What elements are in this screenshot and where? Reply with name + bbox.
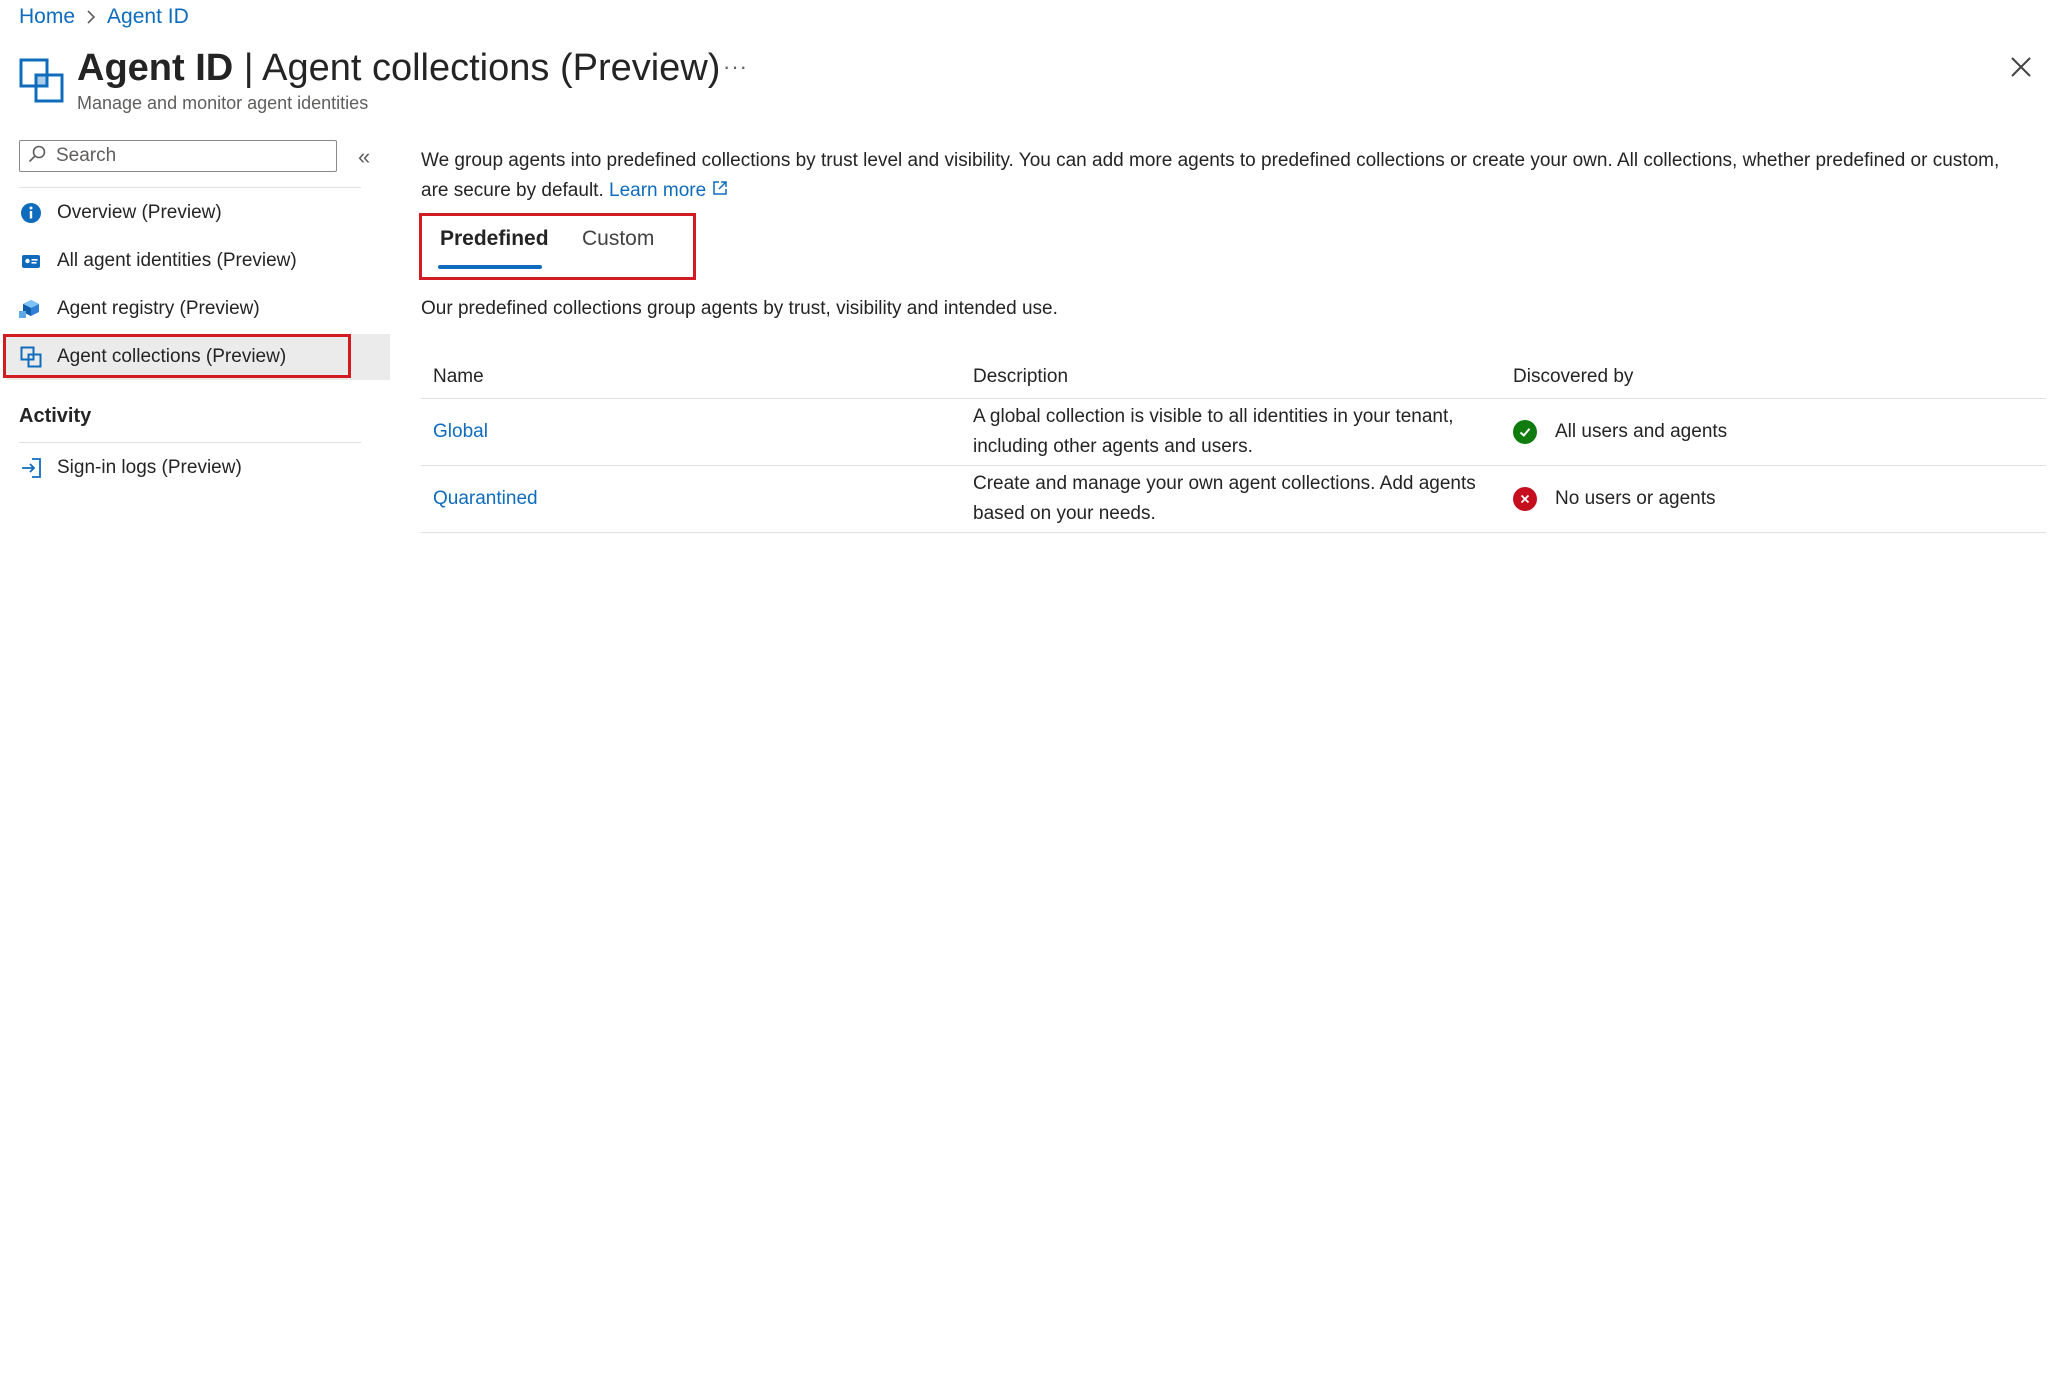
status-text: No users or agents (1555, 488, 1716, 509)
more-options-button[interactable]: ··· (723, 54, 748, 80)
tab-description: Our predefined collections group agents … (421, 298, 1058, 319)
table-header-row: Name Description Discovered by (421, 356, 2046, 399)
page-title: Agent ID | Agent collections (Preview) (77, 44, 720, 92)
info-icon (19, 201, 43, 225)
cell-discovered-by: No users or agents (1501, 465, 2046, 533)
collection-link-global[interactable]: Global (433, 421, 488, 442)
table-row: Quarantined Create and manage your own a… (421, 465, 2046, 533)
search-icon (28, 145, 46, 168)
sign-in-icon (19, 456, 43, 480)
chevron-right-icon (85, 9, 97, 25)
learn-more-label: Learn more (609, 180, 707, 202)
sidebar-item-label: Agent registry (Preview) (57, 298, 260, 319)
sidebar-item-all-agent-identities[interactable]: All agent identities (Preview) (6, 238, 390, 284)
cell-description: A global collection is visible to all id… (961, 398, 1501, 466)
search-box[interactable] (19, 140, 337, 172)
external-link-icon (712, 176, 728, 206)
table-row: Global A global collection is visible to… (421, 398, 2046, 466)
collection-tabs: Predefined Custom (420, 213, 694, 279)
collapse-sidebar-button[interactable]: « (358, 144, 370, 170)
column-header-name[interactable]: Name (421, 356, 961, 399)
column-header-description[interactable]: Description (961, 356, 1501, 399)
active-tab-indicator (438, 265, 542, 269)
sidebar-item-agent-registry[interactable]: Agent registry (Preview) (6, 286, 390, 332)
sidebar-item-label: Agent collections (Preview) (57, 346, 287, 367)
tab-custom[interactable]: Custom (582, 227, 654, 251)
status: All users and agents (1513, 417, 2034, 447)
breadcrumb-agent-id-link[interactable]: Agent ID (107, 5, 189, 29)
sidebar-divider (19, 442, 361, 443)
id-card-icon (19, 249, 43, 273)
page-title-rest: | Agent collections (Preview) (233, 47, 721, 89)
sidebar-item-overview[interactable]: Overview (Preview) (6, 190, 390, 236)
close-icon[interactable] (2010, 56, 2032, 78)
search-input[interactable] (54, 144, 318, 168)
sidebar-divider (19, 187, 361, 188)
learn-more-link[interactable]: Learn more (609, 180, 728, 201)
page-subtitle: Manage and monitor agent identities (77, 93, 369, 113)
cubes-icon (19, 297, 43, 321)
sidebar-item-agent-collections[interactable]: Agent collections (Preview) (6, 334, 390, 380)
cell-name: Global (421, 398, 961, 466)
page-title-bold: Agent ID (77, 47, 234, 89)
status-text: All users and agents (1555, 421, 1728, 442)
sidebar-item-sign-in-logs[interactable]: Sign-in logs (Preview) (6, 445, 390, 491)
error-circle-icon (1513, 487, 1537, 511)
cell-name: Quarantined (421, 465, 961, 533)
sidebar-item-label: All agent identities (Preview) (57, 250, 297, 271)
agent-collections-icon (19, 58, 65, 104)
sidebar-section-activity: Activity (19, 405, 92, 427)
sidebar-item-label: Sign-in logs (Preview) (57, 457, 242, 478)
tab-predefined[interactable]: Predefined (440, 227, 549, 251)
column-header-discovered-by[interactable]: Discovered by (1501, 356, 2046, 399)
collection-link-quarantined[interactable]: Quarantined (433, 488, 538, 509)
collections-icon (19, 345, 43, 369)
breadcrumb-home-link[interactable]: Home (19, 5, 75, 29)
cell-description: Create and manage your own agent collect… (961, 465, 1501, 533)
status: No users or agents (1513, 484, 2034, 514)
collections-table: Name Description Discovered by Global A … (421, 356, 2046, 533)
cell-discovered-by: All users and agents (1501, 398, 2046, 466)
intro-text: We group agents into predefined collecti… (421, 146, 2011, 206)
breadcrumb: Home Agent ID (19, 4, 189, 30)
checkmark-circle-icon (1513, 420, 1537, 444)
sidebar-item-label: Overview (Preview) (57, 202, 222, 223)
